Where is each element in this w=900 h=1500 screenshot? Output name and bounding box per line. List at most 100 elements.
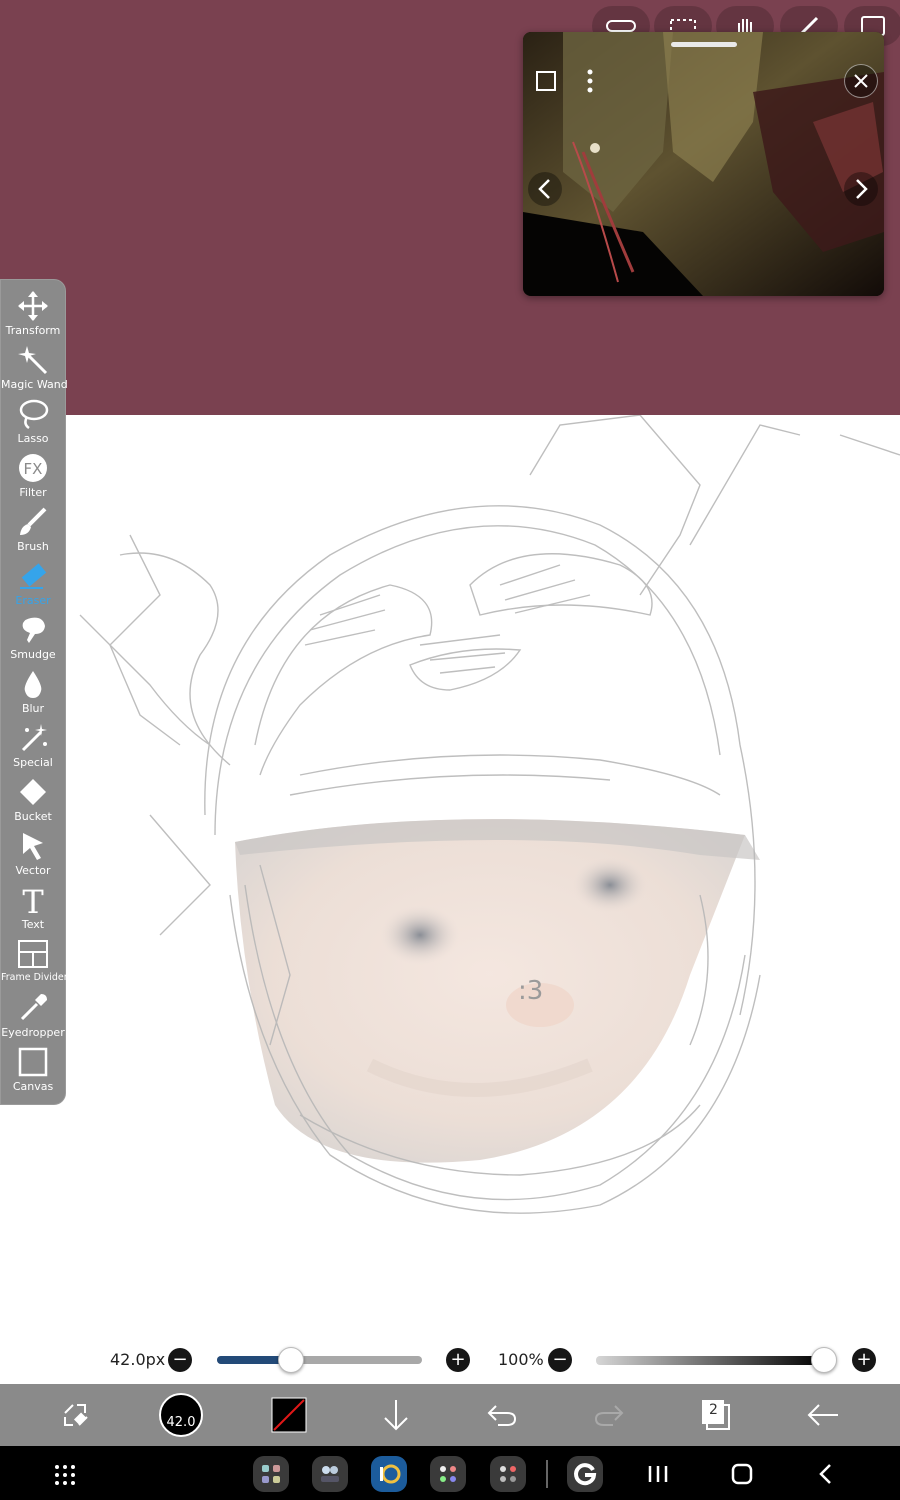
tool-label: Text <box>21 918 45 931</box>
brush-size-thumb[interactable] <box>277 1347 304 1373</box>
tool-label: Canvas <box>12 1080 54 1093</box>
swap-brush-eraser-icon <box>64 1404 88 1426</box>
ibispaint-app[interactable] <box>371 1456 407 1492</box>
eraser-icon <box>20 563 47 589</box>
more-vertical-icon <box>587 69 593 93</box>
tool-label: Transform <box>5 324 61 337</box>
opacity-thumb[interactable] <box>811 1347 837 1373</box>
eyedropper-icon <box>20 994 47 1021</box>
drawing-canvas[interactable]: :3 <box>0 415 900 1385</box>
tool-label: Eyedropper <box>1 1026 65 1039</box>
tool-bucket[interactable]: Bucket <box>1 774 65 828</box>
swap-tool-button[interactable] <box>52 1392 98 1438</box>
color-picker-button[interactable] <box>266 1392 312 1438</box>
drag-handle[interactable] <box>671 42 737 47</box>
tool-vector[interactable]: Vector <box>1 828 65 882</box>
chevron-left-icon <box>538 179 550 199</box>
arrow-left-icon <box>807 1404 838 1426</box>
opacity-increase-button[interactable]: + <box>852 1348 876 1372</box>
brush-size-increase-button[interactable]: + <box>446 1348 470 1372</box>
lasso-icon <box>19 399 49 430</box>
text-icon: T <box>22 884 44 916</box>
tool-canvas[interactable]: Canvas <box>1 1044 65 1098</box>
tool-brush[interactable]: Brush <box>1 504 65 558</box>
tool-label: Smudge <box>10 648 56 661</box>
system-navigation-bar <box>0 1446 900 1500</box>
tool-text[interactable]: T Text <box>1 882 65 936</box>
tool-eyedropper[interactable]: Eyedropper <box>1 990 65 1044</box>
undo-icon <box>487 1405 517 1426</box>
back-chevron-icon <box>819 1464 831 1484</box>
save-down-button[interactable] <box>373 1392 419 1438</box>
brush-size-button[interactable]: 42.0 <box>159 1393 203 1437</box>
tool-panel: Transform Magic Wand Lasso FX Filter Brush Era… <box>0 279 68 1105</box>
recent-app-5[interactable] <box>490 1456 526 1492</box>
home-button[interactable] <box>728 1460 756 1488</box>
brush-size-decrease-button[interactable]: − <box>168 1348 192 1372</box>
tool-blur[interactable]: Blur <box>1 666 65 720</box>
grid-dots-icon <box>55 1465 75 1485</box>
tool-label: Lasso <box>17 432 49 445</box>
app-drawer-button[interactable] <box>50 1460 80 1490</box>
brush-size-value: 42.0px <box>110 1350 166 1369</box>
tool-label: Eraser <box>15 594 51 607</box>
tool-label: Blur <box>21 702 45 715</box>
recent-app-2[interactable] <box>312 1456 348 1492</box>
tool-label: Bucket <box>14 810 52 823</box>
recent-app-4[interactable] <box>430 1456 466 1492</box>
tool-label: Brush <box>17 540 49 553</box>
tool-label: Magic Wand <box>1 378 68 391</box>
tool-smudge[interactable]: Smudge <box>1 612 65 666</box>
opacity-slider[interactable] <box>596 1356 824 1365</box>
google-app[interactable] <box>567 1456 603 1492</box>
app-group-icon <box>262 1465 280 1483</box>
tool-lasso[interactable]: Lasso <box>1 396 65 450</box>
redo-button[interactable] <box>586 1392 632 1438</box>
bucket-icon <box>20 779 46 805</box>
app-group-icon <box>321 1466 339 1482</box>
opacity-decrease-button[interactable]: − <box>548 1348 572 1372</box>
bottom-toolbar: 42.0 2 <box>0 1384 900 1446</box>
svg-text:FX: FX <box>24 460 43 478</box>
layers-button[interactable]: 2 <box>693 1392 739 1438</box>
svg-text:T: T <box>22 884 44 916</box>
floating-video-window[interactable] <box>523 32 884 296</box>
brush-size-slider[interactable] <box>217 1356 422 1364</box>
smudge-icon <box>22 617 45 643</box>
tool-magic-wand[interactable]: Magic Wand <box>1 342 68 396</box>
ibispaint-icon <box>380 1464 401 1484</box>
redo-icon <box>594 1405 624 1426</box>
video-window-mode-button[interactable] <box>529 64 563 98</box>
tool-eraser[interactable]: Eraser <box>1 558 65 612</box>
square-icon <box>536 71 556 91</box>
tool-frame-divider[interactable]: Frame Divider <box>1 936 68 990</box>
canvas-text-label: :3 <box>518 976 543 1006</box>
drop-icon <box>24 671 42 698</box>
recent-app-1[interactable] <box>253 1456 289 1492</box>
magic-wand-icon <box>18 346 48 375</box>
tool-label: Vector <box>15 864 51 877</box>
app-group-icon <box>500 1466 516 1482</box>
taskbar-divider <box>546 1460 548 1488</box>
recents-button[interactable] <box>644 1460 672 1488</box>
brush-settings-bar: 42.0px − + 100% − + <box>0 1340 900 1380</box>
tool-transform[interactable]: Transform <box>1 288 65 342</box>
system-back-button[interactable] <box>812 1460 840 1488</box>
brush-icon <box>20 507 47 535</box>
tool-filter[interactable]: FX Filter <box>1 450 65 504</box>
tool-special[interactable]: Special <box>1 720 65 774</box>
video-previous-button[interactable] <box>528 172 562 206</box>
pointer-arrow-icon <box>23 833 43 860</box>
video-next-button[interactable] <box>844 172 878 206</box>
move-arrows-icon <box>18 291 48 321</box>
layer-count: 2 <box>709 1402 718 1418</box>
back-button[interactable] <box>800 1392 846 1438</box>
chevron-right-icon <box>856 179 868 199</box>
fx-icon: FX <box>19 454 47 482</box>
video-close-button[interactable] <box>844 64 878 98</box>
tool-label: Special <box>13 756 53 769</box>
home-icon <box>731 1463 753 1485</box>
video-more-button[interactable] <box>573 64 607 98</box>
app-group-icon <box>440 1466 456 1482</box>
undo-button[interactable] <box>479 1392 525 1438</box>
